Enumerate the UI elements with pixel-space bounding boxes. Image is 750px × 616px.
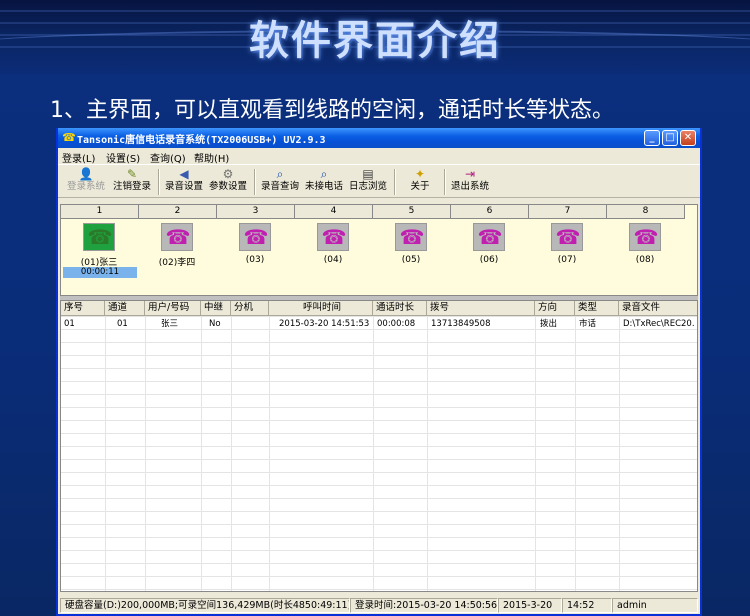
table-cell: 01 (64, 319, 75, 329)
record-query-button[interactable]: ⌕ 录音查询 (258, 167, 302, 197)
close-button[interactable]: ✕ (680, 130, 696, 146)
table-cell: 张三 (161, 319, 179, 329)
line-cell[interactable]: ☎ (02)李四 (139, 221, 215, 293)
param-settings-button[interactable]: ⚙ 参数设置 (206, 167, 250, 197)
about-button[interactable]: ✦ 关于 (398, 167, 442, 197)
telephone-icon: ☎ (62, 131, 76, 144)
column-header[interactable]: 录音文件 (619, 301, 697, 316)
menu-bar: 登录(L) 设置(S) 查询(Q) 帮助(H) (58, 148, 700, 165)
table-cell: D:\TxRec\REC20... (623, 319, 695, 329)
line-cell[interactable]: ☎ (07) (529, 221, 605, 293)
column-header[interactable]: 通道 (105, 301, 145, 316)
status-login-time: 登录时间:2015-03-20 14:50:56 (350, 598, 498, 613)
line-label: (06) (479, 255, 499, 265)
slide-title: 软件界面介绍 (249, 18, 501, 64)
phone-icon: ☎ (239, 223, 271, 251)
line-label: (02)李四 (158, 258, 196, 268)
line-cell[interactable]: ☎ (06) (451, 221, 527, 293)
line-header: 1 (61, 205, 139, 219)
speaker-icon: ◀ (179, 167, 189, 181)
table-cell: 13713849508 (431, 319, 491, 329)
maximize-button[interactable]: □ (662, 130, 678, 146)
table-cell: 2015-03-20 14:51:53 (279, 319, 370, 329)
missed-calls-button[interactable]: ⌕ 未接电话 (302, 167, 346, 197)
line-cell[interactable]: ☎ (08) (607, 221, 683, 293)
toolbar: 👤 登录系统 ✎ 注销登录 ◀ 录音设置 ⚙ 参数设置 ⌕ 录音查询 ⌕ 未接电话 ▤ 日志浏… (58, 164, 700, 198)
record-settings-button[interactable]: ◀ 录音设置 (162, 167, 206, 197)
line-label: (03) (245, 255, 265, 265)
table-cell (233, 318, 267, 330)
column-header[interactable]: 呼叫时间 (269, 301, 373, 316)
column-header[interactable]: 方向 (535, 301, 575, 316)
line-duration: 00:00:11 (63, 267, 137, 278)
minimize-button[interactable]: _ (644, 130, 660, 146)
line-cell[interactable]: ☎ (05) (373, 221, 449, 293)
phone-icon: ☎ (629, 223, 661, 251)
log-browse-button[interactable]: ▤ 日志浏览 (346, 167, 390, 197)
table-cell: 00:00:08 (377, 319, 416, 329)
column-header[interactable]: 中继 (201, 301, 231, 316)
menu-login[interactable]: 登录(L) (62, 150, 95, 165)
line-header: 5 (373, 205, 451, 219)
table-cell: 01 (117, 319, 128, 329)
user-icon: 👤 (78, 167, 94, 181)
document-icon: ▤ (362, 167, 374, 181)
logout-button[interactable]: ✎ 注销登录 (110, 167, 154, 197)
search-icon: ⌕ (320, 167, 328, 181)
line-cell[interactable]: ☎ (03) (217, 221, 293, 293)
column-header[interactable]: 通话时长 (373, 301, 427, 316)
table-cell: 拨出 (540, 319, 558, 329)
phone-icon: ☎ (317, 223, 349, 251)
phone-icon: ☎ (395, 223, 427, 251)
column-header[interactable]: 分机 (231, 301, 269, 316)
column-header[interactable]: 类型 (575, 301, 619, 316)
table-grid (61, 316, 697, 591)
line-status-panel: 1 2 3 4 5 6 7 8 ☎ (01)张三 00:00:11 ☎ (02)… (60, 204, 698, 296)
line-label: (05) (401, 255, 421, 265)
status-date: 2015-3-20 (498, 598, 562, 613)
exit-system-button[interactable]: ⇥ 退出系统 (448, 167, 492, 197)
line-label: (04) (323, 255, 343, 265)
phone-icon: ☎ (551, 223, 583, 251)
call-records-table: 序号 通道 用户/号码 中继 分机 呼叫时间 通话时长 拨号 方向 类型 录音文… (60, 300, 698, 592)
menu-settings[interactable]: 设置(S) (106, 150, 140, 165)
line-header: 7 (529, 205, 607, 219)
status-disk: 硬盘容量(D:)200,000MB;可录空间136,429MB(时长4850:4… (60, 598, 350, 613)
column-header[interactable]: 拨号 (427, 301, 535, 316)
menu-help[interactable]: 帮助(H) (194, 150, 229, 165)
column-header[interactable]: 序号 (61, 301, 105, 316)
line-cell[interactable]: ☎ (01)张三 00:00:11 (61, 221, 137, 293)
logout-icon: ✎ (126, 167, 138, 181)
phone-icon: ☎ (161, 223, 193, 251)
table-cell: No (209, 319, 221, 329)
title-bar[interactable]: ☎ Tansonic唐信电话录音系统(TX2006USB+) UV2.9.3 _… (58, 128, 700, 148)
line-header: 2 (139, 205, 217, 219)
phone-icon: ☎ (473, 223, 505, 251)
exit-icon: ⇥ (464, 167, 476, 181)
status-time: 14:52 (562, 598, 612, 613)
search-icon: ⌕ (276, 167, 284, 181)
line-cell[interactable]: ☎ (04) (295, 221, 371, 293)
phone-icon: ☎ (83, 223, 115, 251)
login-system-button[interactable]: 👤 登录系统 (64, 167, 108, 197)
menu-query[interactable]: 查询(Q) (150, 150, 186, 165)
status-user: admin (612, 598, 698, 613)
window-title: Tansonic唐信电话录音系统(TX2006USB+) UV2.9.3 (77, 135, 326, 146)
lightbulb-icon: ✦ (414, 167, 426, 181)
status-bar: 硬盘容量(D:)200,000MB;可录空间136,429MB(时长4850:4… (60, 596, 698, 614)
line-label: (07) (557, 255, 577, 265)
slide-subtitle: 1、主界面，可以直观看到线路的空闲，通话时长等状态。 (50, 98, 614, 123)
table-cell: 市话 (579, 319, 597, 329)
line-header: 3 (217, 205, 295, 219)
slide: 软件界面介绍 1、主界面，可以直观看到线路的空闲，通话时长等状态。 ☎ Tans… (0, 0, 750, 616)
line-header: 6 (451, 205, 529, 219)
gear-icon: ⚙ (222, 167, 234, 181)
line-header: 8 (607, 205, 685, 219)
column-header[interactable]: 用户/号码 (145, 301, 201, 316)
line-label: (08) (635, 255, 655, 265)
app-window: ☎ Tansonic唐信电话录音系统(TX2006USB+) UV2.9.3 _… (56, 128, 702, 616)
line-header: 4 (295, 205, 373, 219)
